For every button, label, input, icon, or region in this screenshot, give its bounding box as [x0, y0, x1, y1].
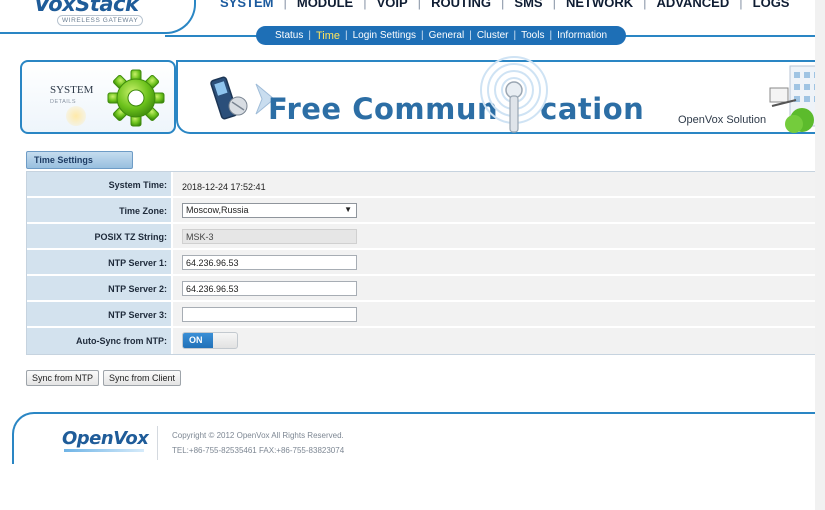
copyright-text: Copyright © 2012 OpenVox All Rights Rese…: [172, 431, 344, 440]
scrollbar[interactable]: [815, 0, 825, 510]
glow-decoration: [66, 106, 86, 126]
main-nav: SYSTEM | MODULE | VOIP | ROUTING | SMS | NETW…: [210, 0, 799, 10]
nav-system[interactable]: SYSTEM: [210, 0, 283, 10]
ntp-server-2-label: NTP Server 2:: [27, 276, 173, 300]
time-zone-selected: Moscow,Russia: [186, 205, 249, 215]
time-zone-cell: Moscow,Russia ▼: [173, 198, 825, 222]
slogan-part-1: Free Commun: [268, 92, 499, 126]
footer-divider: [157, 426, 158, 460]
nav-routing[interactable]: ROUTING: [421, 0, 501, 10]
subnav-time[interactable]: Time: [311, 30, 345, 42]
ntp-server-3-input[interactable]: [182, 307, 357, 322]
row-auto-sync: Auto-Sync from NTP: ON: [27, 328, 825, 354]
ntp-server-1-input[interactable]: [182, 255, 357, 270]
toggle-state: ON: [183, 333, 213, 348]
dropdown-arrow-icon: ▼: [344, 205, 352, 214]
slogan-banner: Free Commun cation OpenVox Solution: [176, 56, 825, 134]
nav-sms[interactable]: SMS: [504, 0, 552, 10]
ntp-server-3-label: NTP Server 3:: [27, 302, 173, 326]
posix-tz-label: POSIX TZ String:: [27, 224, 173, 248]
contact-text: TEL:+86-755-82535461 FAX:+86-755-8382307…: [172, 446, 345, 455]
row-ntp-server-3: NTP Server 3:: [27, 302, 825, 328]
time-zone-select[interactable]: Moscow,Russia ▼: [182, 203, 357, 218]
subnav-login-settings[interactable]: Login Settings: [348, 30, 421, 41]
logo-underline: [64, 449, 144, 452]
row-ntp-server-1: NTP Server 1:: [27, 250, 825, 276]
subnav-status[interactable]: Status: [270, 30, 308, 41]
time-zone-label: Time Zone:: [27, 198, 173, 222]
time-settings-table: System Time: 2018-12-24 17:52:41 Time Zo…: [26, 171, 825, 355]
sync-from-ntp-button[interactable]: Sync from NTP: [26, 370, 100, 386]
action-buttons: Sync from NTP Sync from Client: [26, 370, 182, 386]
auto-sync-toggle[interactable]: ON: [182, 332, 238, 349]
section-subtitle: DETAILS: [50, 99, 77, 105]
auto-sync-cell: ON: [173, 328, 825, 354]
sub-nav: Status | Time | Login Settings | General | C…: [256, 26, 627, 45]
system-time-label: System Time:: [27, 172, 173, 196]
slogan-part-2: cation: [540, 92, 645, 126]
subnav-general[interactable]: General: [424, 30, 470, 41]
ntp-server-1-label: NTP Server 1:: [27, 250, 173, 274]
system-time-value: 2018-12-24 17:52:41: [182, 182, 266, 192]
antenna-icon: [480, 56, 548, 133]
sync-from-client-button[interactable]: Sync from Client: [103, 370, 182, 386]
openvox-logo: OpenVox: [62, 428, 149, 449]
subnav-information[interactable]: Information: [552, 30, 612, 41]
system-time-cell: 2018-12-24 17:52:41: [173, 172, 825, 196]
ntp-server-3-cell: [173, 302, 825, 326]
subnav-tools[interactable]: Tools: [516, 30, 549, 41]
banner: SYSTEM DETAILS Free Commun cation OpenVo…: [20, 56, 825, 136]
logo-subtitle: WIRELESS GATEWAY: [57, 15, 144, 26]
row-time-zone: Time Zone: Moscow,Russia ▼: [27, 198, 825, 224]
nav-network[interactable]: NETWORK: [556, 0, 643, 10]
section-badge: SYSTEM DETAILS: [20, 60, 176, 134]
ntp-server-1-cell: [173, 250, 825, 274]
row-posix-tz: POSIX TZ String:: [27, 224, 825, 250]
posix-tz-input[interactable]: [182, 229, 357, 244]
subnav-cluster[interactable]: Cluster: [472, 30, 514, 41]
page: VoxStack WIRELESS GATEWAY SYSTEM | MODULE…: [0, 0, 825, 510]
company-name: OpenVox Solution: [678, 114, 767, 126]
section-tab-time-settings: Time Settings: [26, 151, 133, 169]
nav-logs[interactable]: LOGS: [743, 0, 800, 10]
ntp-server-2-input[interactable]: [182, 281, 357, 296]
voxstack-logo[interactable]: VoxStack: [34, 0, 139, 16]
nav-module[interactable]: MODULE: [287, 0, 363, 10]
section-title: SYSTEM: [50, 84, 94, 96]
ntp-server-2-cell: [173, 276, 825, 300]
row-ntp-server-2: NTP Server 2:: [27, 276, 825, 302]
gear-icon: [107, 69, 165, 127]
header-logo-box: VoxStack WIRELESS GATEWAY: [0, 0, 196, 34]
row-system-time: System Time: 2018-12-24 17:52:41: [27, 172, 825, 198]
nav-voip[interactable]: VOIP: [367, 0, 418, 10]
slogan-text: Free Commun cation: [268, 92, 644, 126]
nav-advanced[interactable]: ADVANCED: [647, 0, 740, 10]
posix-tz-cell: [173, 224, 825, 248]
phone-icon: [210, 76, 248, 120]
auto-sync-label: Auto-Sync from NTP:: [27, 328, 173, 354]
